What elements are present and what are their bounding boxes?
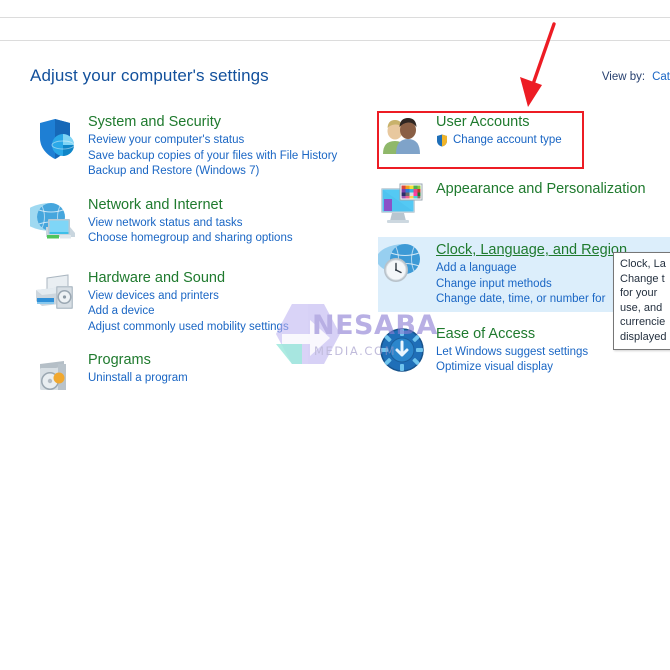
tooltip-line: Change t [620, 272, 665, 285]
link-file-history[interactable]: Save backup copies of your files with Fi… [88, 149, 360, 165]
link-uninstall-program[interactable]: Uninstall a program [88, 371, 360, 387]
link-devices-printers[interactable]: View devices and printers [88, 289, 360, 305]
printer-speaker-icon [30, 270, 80, 320]
link-optimize-visual-display[interactable]: Optimize visual display [436, 360, 670, 376]
page-title: Adjust your computer's settings [30, 66, 269, 85]
category-appearance-and-personalization[interactable]: Appearance and Personalization [378, 179, 670, 227]
link-backup-restore[interactable]: Backup and Restore (Windows 7) [88, 164, 360, 180]
view-by-label: View by: [601, 71, 646, 83]
category-title[interactable]: System and Security [88, 112, 360, 132]
view-by-value[interactable]: Cat [652, 71, 670, 83]
link-label: Change account type [453, 134, 562, 146]
link-add-device[interactable]: Add a device [88, 304, 360, 320]
globe-monitors-icon [23, 197, 80, 247]
tooltip-line: Clock, La [620, 258, 666, 270]
category-user-accounts[interactable]: User Accounts Change account type [378, 112, 670, 170]
link-network-status[interactable]: View network status and tasks [88, 216, 360, 232]
program-disc-icon [30, 352, 80, 402]
link-review-status[interactable]: Review your computer's status [88, 133, 360, 149]
monitor-palette-icon [378, 181, 428, 231]
category-links: Uninstall a program [88, 371, 360, 387]
annotation-arrow-icon [520, 22, 556, 107]
tooltip-line: displayed [620, 330, 667, 343]
ease-of-access-icon [378, 326, 428, 376]
category-column-left: System and Security Review your computer… [23, 112, 360, 423]
category-network-and-internet[interactable]: Network and Internet View network status… [23, 195, 360, 253]
tooltip: Clock, La Change t for your use, and cur… [613, 252, 670, 350]
link-homegroup-sharing[interactable]: Choose homegroup and sharing options [88, 231, 360, 247]
tooltip-line: currencie [620, 316, 666, 328]
uac-shield-icon [437, 134, 447, 147]
category-hardware-and-sound[interactable]: Hardware and Sound View devices and prin… [30, 268, 360, 336]
category-title[interactable]: Programs [88, 350, 360, 370]
category-title[interactable]: User Accounts [436, 112, 670, 132]
tooltip-line: use, and [620, 301, 663, 314]
category-title[interactable]: Hardware and Sound [88, 268, 360, 288]
category-programs[interactable]: Programs Uninstall a program [30, 350, 360, 408]
two-people-icon [378, 114, 428, 164]
category-system-and-security[interactable]: System and Security Review your computer… [30, 112, 360, 180]
link-change-account-type[interactable]: Change account type [436, 133, 670, 149]
category-title[interactable]: Appearance and Personalization [436, 179, 670, 199]
link-mobility-settings[interactable]: Adjust commonly used mobility settings [88, 320, 360, 336]
tooltip-line: for your [620, 287, 658, 299]
view-by-control[interactable]: View by: Cat [602, 71, 670, 83]
shield-globe-icon [30, 114, 80, 164]
category-title[interactable]: Network and Internet [88, 195, 360, 215]
globe-clock-icon [376, 239, 428, 289]
category-links: View devices and printers Add a device A… [88, 289, 360, 336]
category-links: Change account type [436, 133, 670, 149]
category-links: View network status and tasks Choose hom… [88, 216, 360, 247]
category-links: Review your computer's status Save backu… [88, 133, 360, 180]
